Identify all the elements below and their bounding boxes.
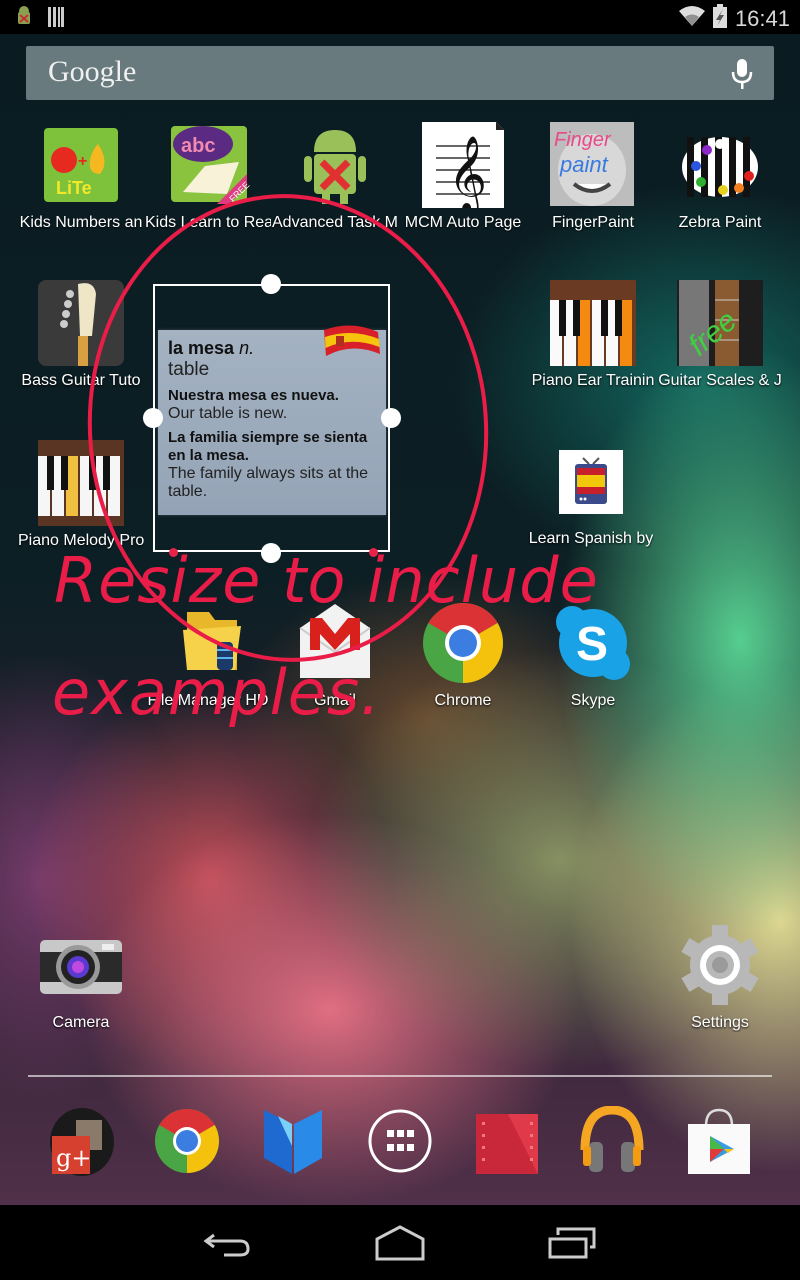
- svg-text:abc: abc: [181, 135, 215, 157]
- widget-example-en: Our table is new.: [168, 405, 288, 422]
- resize-handle-right[interactable]: [381, 408, 401, 428]
- finger-paint-icon: Finger paint: [550, 122, 636, 208]
- guitar-scales-icon: free: [677, 280, 763, 366]
- app-label: Advanced Task M: [272, 214, 398, 231]
- app-settings[interactable]: Settings: [657, 922, 783, 1032]
- clock: 16:41: [734, 6, 790, 31]
- app-camera[interactable]: Camera: [18, 922, 144, 1032]
- chrome-icon: [155, 1109, 219, 1173]
- app-guitar-scales[interactable]: free Guitar Scales & J: [657, 280, 783, 390]
- app-label: Skype: [570, 692, 616, 709]
- app-label: Settings: [691, 1014, 749, 1031]
- navigation-bar: [0, 1205, 800, 1280]
- dock-chrome[interactable]: [152, 1106, 222, 1176]
- kids-learn-read-icon: abc FREE: [165, 122, 251, 208]
- svg-text:𝄞: 𝄞: [448, 135, 487, 208]
- widget-word: la mesa: [168, 338, 235, 358]
- battery-icon: [712, 4, 727, 34]
- learn-spanish-icon: [559, 450, 623, 514]
- play-music-icon: [580, 1105, 644, 1172]
- app-label: Piano Ear Trainin: [531, 372, 655, 389]
- barcode-icon: [48, 6, 64, 33]
- app-label: Chrome: [434, 692, 492, 709]
- resize-handle-left[interactable]: [143, 408, 163, 428]
- svg-text:g+: g+: [56, 1144, 91, 1172]
- app-label: FingerPaint: [552, 214, 634, 231]
- app-learn-spanish[interactable]: Learn Spanish by: [528, 450, 654, 548]
- settings-icon: [677, 922, 763, 1008]
- treble-clef-icon: 𝄞: [420, 122, 506, 215]
- google-search-bar[interactable]: Google: [26, 46, 774, 100]
- dock-app-drawer[interactable]: [365, 1106, 435, 1176]
- app-mcm-auto-page[interactable]: 𝄞 MCM Auto Page: [400, 122, 526, 232]
- app-label: Zebra Paint: [678, 214, 762, 231]
- app-kids-numbers[interactable]: + LiTe Kids Numbers an: [18, 122, 144, 232]
- google-plus-icon: g+: [50, 1108, 114, 1176]
- app-label: Bass Guitar Tuto: [21, 372, 141, 389]
- app-label: Guitar Scales & J: [658, 372, 782, 389]
- play-movies-icon: [476, 1114, 538, 1174]
- back-button[interactable]: [200, 1225, 260, 1265]
- svg-text:paint: paint: [559, 152, 609, 177]
- mic-icon[interactable]: [730, 58, 754, 95]
- play-store-icon: [688, 1108, 750, 1174]
- widget-example-en: The family always sits at the table.: [168, 465, 369, 500]
- bass-guitar-icon: [38, 280, 124, 366]
- app-advanced-task-manager[interactable]: Advanced Task M: [272, 122, 398, 232]
- svg-text:+: +: [78, 153, 87, 170]
- home-icon: [375, 1225, 425, 1261]
- spanish-word-widget[interactable]: la mesa n. table Nuestra mesa es nueva. …: [158, 325, 386, 515]
- piano-ear-icon: [550, 280, 636, 366]
- annotation-text-line1: Resize to include: [54, 544, 599, 617]
- app-zebra-paint[interactable]: Zebra Paint: [657, 122, 783, 232]
- dock-play-movies[interactable]: [472, 1106, 542, 1176]
- piano-melody-icon: [38, 440, 124, 526]
- app-piano-ear-training[interactable]: Piano Ear Trainin: [530, 280, 656, 390]
- app-label: Kids Learn to Rea: [145, 214, 271, 231]
- zebra-paint-icon: [677, 122, 763, 208]
- task-manager-icon: [292, 122, 378, 208]
- app-label: MCM Auto Page: [404, 214, 522, 231]
- dock-play-store[interactable]: [684, 1106, 754, 1176]
- resize-handle-top[interactable]: [261, 274, 281, 294]
- recents-button[interactable]: [544, 1225, 604, 1265]
- app-piano-melody[interactable]: Piano Melody Pro: [18, 440, 144, 550]
- dock-google-plus[interactable]: g+: [46, 1106, 116, 1176]
- dock-play-music[interactable]: [577, 1105, 647, 1176]
- app-label: Kids Numbers an: [19, 214, 143, 231]
- android-debug-icon: [14, 6, 34, 33]
- svg-text:Finger: Finger: [554, 129, 612, 151]
- search-label: Google: [48, 55, 137, 88]
- svg-text:LiTe: LiTe: [56, 178, 92, 198]
- status-bar: 16:41: [0, 0, 800, 34]
- wifi-icon: [678, 5, 705, 33]
- dock-play-books[interactable]: [258, 1106, 328, 1176]
- app-finger-paint[interactable]: Finger paint FingerPaint: [530, 122, 656, 232]
- spain-flag-icon: [322, 324, 382, 365]
- home-button[interactable]: [370, 1225, 430, 1265]
- app-label: Camera: [52, 1014, 110, 1031]
- play-books-icon: [264, 1110, 322, 1174]
- dock-divider: [28, 1075, 772, 1077]
- widget-part-of-speech: n.: [239, 338, 255, 358]
- app-drawer-icon: [368, 1109, 432, 1173]
- app-bass-guitar[interactable]: Bass Guitar Tuto: [18, 280, 144, 390]
- annotation-text-line2: examples.: [52, 656, 381, 729]
- back-icon: [203, 1233, 250, 1257]
- widget-example-es: La familia siempre se sienta en la mesa.: [168, 429, 368, 464]
- kids-numbers-icon: + LiTe: [38, 122, 124, 208]
- svg-text:S: S: [576, 618, 608, 671]
- recents-icon: [548, 1227, 596, 1259]
- widget-example-es: Nuestra mesa es nueva.: [168, 387, 339, 404]
- app-kids-learn-read[interactable]: abc FREE Kids Learn to Rea: [145, 122, 271, 232]
- camera-icon: [38, 922, 124, 1008]
